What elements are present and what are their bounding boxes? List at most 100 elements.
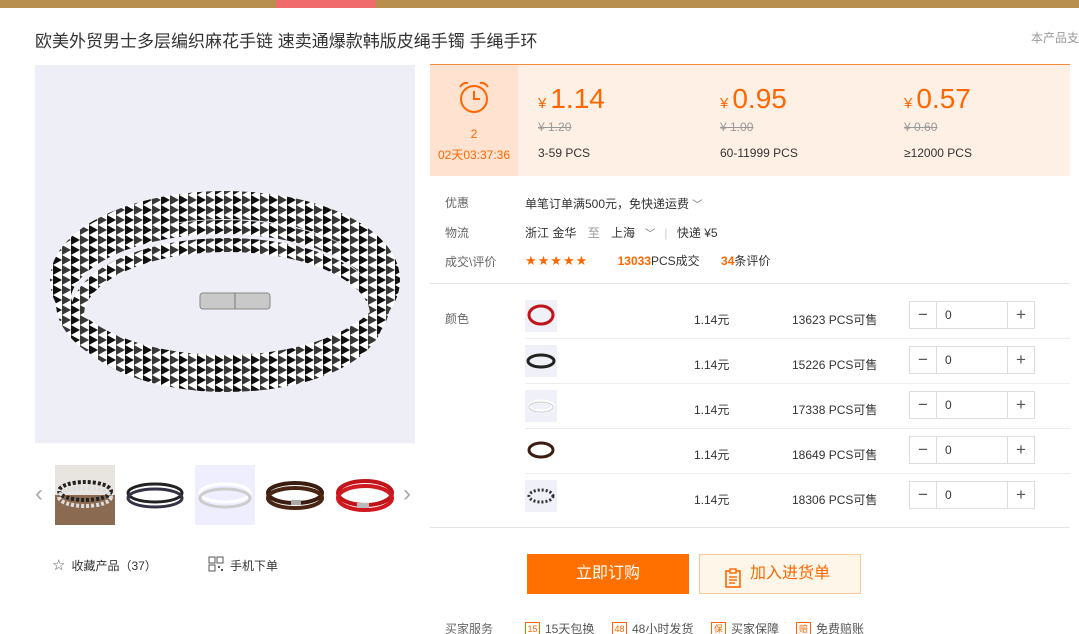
- minus-button[interactable]: −: [910, 392, 936, 418]
- tier-price: 0.95: [732, 83, 787, 114]
- service-item-1[interactable]: 15 15天包换: [525, 620, 594, 634]
- star-outline-icon: ☆: [52, 557, 66, 574]
- deal-stat[interactable]: 13033PCS成交: [618, 254, 700, 268]
- tier-price: 1.14: [550, 83, 605, 114]
- quantity-stepper[interactable]: −0 +: [909, 346, 1035, 374]
- service-badge-icon: 赔: [796, 622, 811, 634]
- quantity-input[interactable]: 0: [936, 482, 1008, 508]
- minus-button[interactable]: −: [910, 347, 936, 373]
- tier-original-price: ¥ 1.00: [720, 120, 754, 134]
- variant-swatch-brown[interactable]: [525, 435, 557, 467]
- minus-button[interactable]: −: [910, 302, 936, 328]
- service-badge-icon: 48: [612, 622, 627, 634]
- mobile-order-button[interactable]: 手机下单: [208, 556, 278, 575]
- deal-count: 13033: [617, 254, 651, 268]
- variant-price: 1.14元: [694, 448, 730, 462]
- mobile-order-label: 手机下单: [230, 559, 279, 573]
- minus-button[interactable]: −: [910, 482, 936, 508]
- quantity-input[interactable]: 0: [936, 302, 1008, 328]
- variant-stock: 17338 PCS可售: [792, 403, 878, 417]
- tier-original-price: ¥ 0.60: [904, 120, 938, 134]
- currency-symbol: ¥: [904, 95, 913, 112]
- plus-button[interactable]: +: [1008, 302, 1034, 328]
- favorite-button[interactable]: ☆ 收藏产品（37）: [52, 556, 157, 574]
- rating-stars: ★★★★★: [525, 253, 589, 268]
- shipping-fee: 快递 ¥5: [676, 226, 718, 240]
- ship-from: 浙江 金华: [525, 226, 577, 240]
- variant-swatch-black-white[interactable]: [525, 480, 557, 512]
- promo-value[interactable]: 单笔订单满500元，免快递运费 ﹀: [525, 195, 702, 212]
- divider-line: [430, 283, 1070, 284]
- minus-button[interactable]: −: [910, 437, 936, 463]
- currency-symbol: ¥: [538, 95, 547, 112]
- plus-button[interactable]: +: [1008, 482, 1034, 508]
- alarm-clock-icon: [459, 81, 489, 113]
- variant-price: 1.14元: [694, 313, 730, 327]
- ship-to: 上海: [611, 226, 636, 240]
- chevron-down-icon: ﹀: [692, 200, 703, 211]
- review-suffix: 条评价: [734, 254, 771, 268]
- variant-swatch-red[interactable]: [525, 300, 557, 332]
- quantity-stepper[interactable]: −0 +: [909, 301, 1035, 329]
- thumbnail-1[interactable]: [55, 465, 115, 525]
- product-title: 欧美外贸男士多层编织麻花手链 速卖通爆款韩版皮绳手镯 手绳手环: [35, 32, 538, 51]
- thumbnail-2[interactable]: [125, 465, 185, 525]
- countdown-days: 2: [470, 127, 478, 141]
- top-nav-bar[interactable]: [0, 0, 1079, 8]
- service-item-2[interactable]: 48 48小时发货: [612, 620, 693, 634]
- divider: |: [664, 226, 668, 240]
- currency-symbol: ¥: [720, 95, 729, 112]
- quantity-stepper[interactable]: −0 +: [909, 436, 1035, 464]
- ship-to-select[interactable]: 上海 ﹀: [611, 226, 655, 240]
- row-divider: [525, 383, 1070, 384]
- deal-suffix: PCS成交: [651, 254, 700, 268]
- service-item-3[interactable]: 保买家保障: [711, 620, 779, 634]
- review-count: 34: [721, 254, 735, 268]
- product-main-image[interactable]: [35, 65, 415, 443]
- thumbnail-5[interactable]: [335, 465, 395, 525]
- row-divider: [525, 428, 1070, 429]
- color-label: 颜色: [445, 312, 470, 326]
- plus-button[interactable]: +: [1008, 347, 1034, 373]
- variant-row-black-white: 1.14元 18306 PCS可售 −0 +: [525, 480, 1070, 525]
- review-stat[interactable]: 34条评价: [721, 254, 770, 268]
- quantity-input[interactable]: 0: [936, 437, 1008, 463]
- favorite-label: 收藏产品（37）: [71, 558, 157, 573]
- chevron-left-icon[interactable]: ‹: [35, 480, 43, 508]
- add-to-cart-label: 加入进货单: [750, 565, 831, 582]
- trade-label: 成交\评价: [445, 255, 497, 269]
- ship-to-word: 至: [587, 226, 600, 240]
- variant-swatch-black[interactable]: [525, 345, 557, 377]
- quantity-stepper[interactable]: −0 +: [909, 391, 1035, 419]
- quantity-stepper[interactable]: −0 +: [909, 481, 1035, 509]
- thumbnail-3[interactable]: [195, 465, 255, 525]
- top-nav-active-tab[interactable]: [276, 0, 376, 8]
- service-text: 买家保障: [731, 622, 780, 634]
- service-text: 免费赔账: [816, 622, 865, 634]
- thumbnail-4[interactable]: [265, 465, 325, 525]
- quantity-input[interactable]: 0: [936, 392, 1008, 418]
- tier-price: 0.57: [916, 83, 971, 114]
- variant-stock: 18306 PCS可售: [792, 493, 878, 507]
- side-note: 本产品支: [1031, 31, 1079, 45]
- services-label: 买家服务: [445, 622, 494, 634]
- variant-swatch-white[interactable]: [525, 390, 557, 422]
- service-item-4[interactable]: 赔免费赔账: [796, 620, 864, 634]
- order-now-button[interactable]: 立即订购: [527, 554, 689, 594]
- plus-button[interactable]: +: [1008, 437, 1034, 463]
- logistics-value: 浙江 金华 至 上海 ﹀ | 快递 ¥5: [525, 224, 718, 241]
- row-divider: [525, 338, 1070, 339]
- tier-range: ≥12000 PCS: [904, 146, 972, 160]
- product-page: 欧美外贸男士多层编织麻花手链 速卖通爆款韩版皮绳手镯 手绳手环 本产品支 ‹ ›…: [0, 0, 1079, 634]
- chevron-right-icon[interactable]: ›: [403, 480, 411, 508]
- promo-text: 单笔订单满500元，免快递运费: [525, 197, 690, 211]
- promo-label: 优惠: [445, 196, 470, 210]
- logistics-label: 物流: [445, 226, 470, 240]
- quantity-input[interactable]: 0: [936, 347, 1008, 373]
- variant-stock: 13623 PCS可售: [792, 313, 878, 327]
- tier-original-price: ¥ 1.20: [538, 120, 572, 134]
- tier-range: 60-11999 PCS: [720, 146, 798, 160]
- service-text: 15天包换: [545, 622, 595, 634]
- add-to-cart-button[interactable]: 加入进货单: [699, 554, 861, 594]
- plus-button[interactable]: +: [1008, 392, 1034, 418]
